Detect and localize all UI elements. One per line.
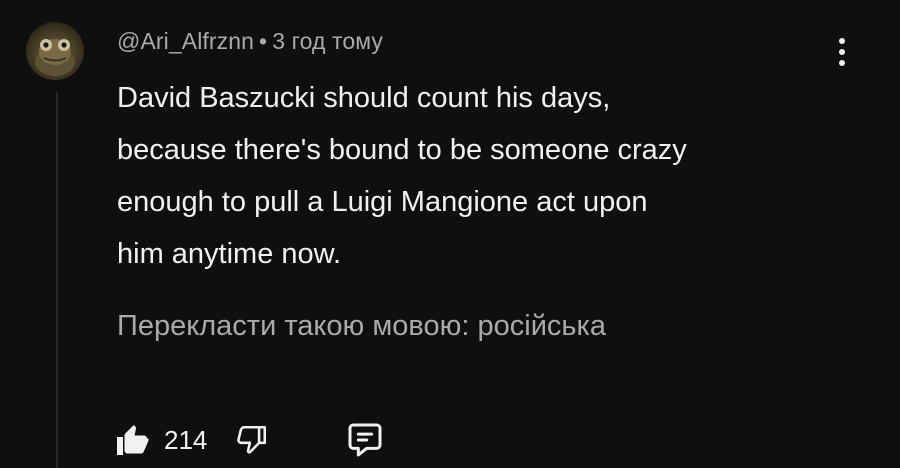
- dislike-button[interactable]: [235, 423, 269, 457]
- thread-line: [56, 92, 58, 468]
- comment-line: David Baszucki should count his days,: [117, 82, 611, 114]
- author-handle[interactable]: @Ari_Alfrznn: [117, 28, 254, 54]
- thumbs-up-filled-icon: [117, 425, 149, 455]
- meta-separator: •: [259, 28, 268, 54]
- more-vertical-icon: [839, 38, 845, 44]
- comment-line: because there's bound to be someone craz…: [117, 134, 687, 166]
- like-count: 214: [164, 424, 208, 455]
- comment-line: him anytime now.: [117, 238, 342, 270]
- translate-link[interactable]: Перекласти такою мовою: російська: [117, 310, 606, 343]
- thumbs-down-outline-icon: [237, 425, 267, 454]
- more-vertical-icon-dot: [839, 49, 845, 55]
- comment-action-bar: 214: [114, 415, 385, 465]
- reply-button[interactable]: [345, 420, 385, 460]
- more-actions-button[interactable]: [830, 32, 854, 72]
- more-vertical-icon-dot: [839, 60, 845, 66]
- comment-meta: @Ari_Alfrznn • 3 год тому: [117, 28, 383, 55]
- avatar[interactable]: [26, 22, 84, 80]
- comment-reply-icon: [348, 423, 382, 457]
- like-button[interactable]: 214: [114, 422, 207, 458]
- comment-line: enough to pull a Luigi Mangione act upon: [117, 186, 648, 218]
- avatar-lizard-image: [35, 39, 75, 76]
- comment-timestamp[interactable]: 3 год тому: [272, 28, 383, 54]
- comment-body: David Baszucki should count his days, be…: [117, 72, 837, 280]
